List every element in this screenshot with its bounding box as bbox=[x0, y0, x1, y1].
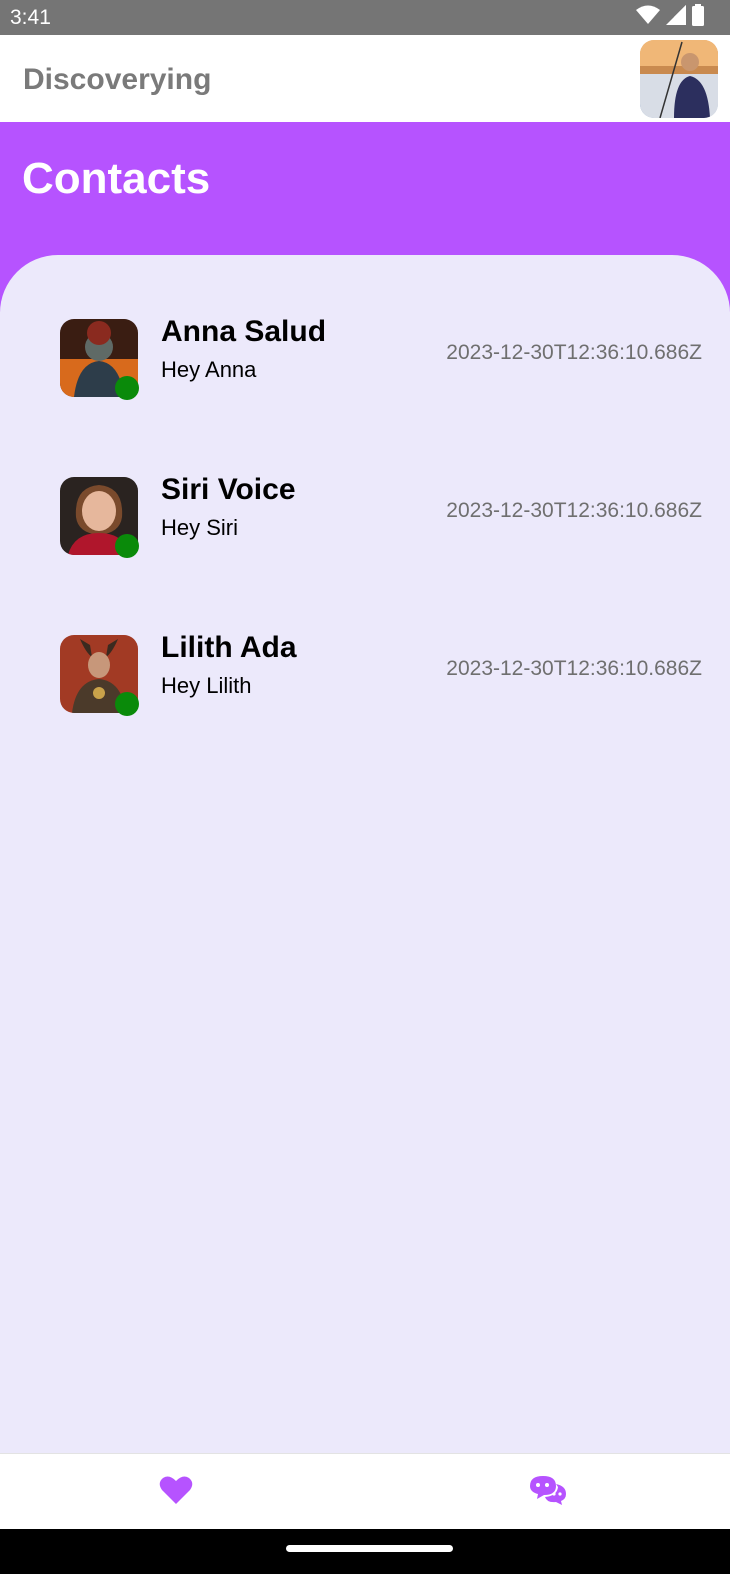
contact-row-anna-salud[interactable]: Anna Salud Hey Anna 2023-12-30T12:36:10.… bbox=[0, 311, 730, 421]
contact-timestamp: 2023-12-30T12:36:10.686Z bbox=[446, 499, 702, 522]
heart-icon bbox=[159, 1475, 193, 1510]
system-navigation-bar bbox=[0, 1529, 730, 1574]
bottom-navigation bbox=[0, 1453, 730, 1530]
contact-row-lilith-ada[interactable]: Lilith Ada Hey Lilith 2023-12-30T12:36:1… bbox=[0, 627, 730, 737]
contact-name: Lilith Ada bbox=[161, 631, 297, 664]
online-status-dot bbox=[115, 376, 139, 400]
app-title: Discoverying bbox=[23, 63, 212, 96]
chat-bubbles-icon bbox=[529, 1474, 567, 1511]
contact-timestamp: 2023-12-30T12:36:10.686Z bbox=[446, 341, 702, 364]
contact-name: Anna Salud bbox=[161, 315, 327, 348]
home-indicator[interactable] bbox=[286, 1545, 453, 1552]
online-status-dot bbox=[115, 692, 139, 716]
nav-chats-button[interactable] bbox=[528, 1472, 568, 1512]
battery-icon bbox=[692, 3, 704, 31]
contact-list: Anna Salud Hey Anna 2023-12-30T12:36:10.… bbox=[0, 255, 730, 1453]
signal-icon bbox=[666, 4, 686, 30]
contact-row-siri-voice[interactable]: Siri Voice Hey Siri 2023-12-30T12:36:10.… bbox=[0, 469, 730, 579]
contact-last-message: Hey Siri bbox=[161, 515, 239, 540]
nav-favorites-button[interactable] bbox=[156, 1472, 196, 1512]
status-icons bbox=[636, 3, 704, 30]
status-bar: 3:41 bbox=[0, 0, 730, 35]
app-screen: 3:41 Discoverying Contacts Anna Salud He… bbox=[0, 0, 730, 1574]
status-time: 3:41 bbox=[10, 6, 51, 29]
contact-timestamp: 2023-12-30T12:36:10.686Z bbox=[446, 657, 702, 680]
contact-avatar bbox=[60, 635, 139, 716]
contact-last-message: Hey Lilith bbox=[161, 673, 252, 698]
online-status-dot bbox=[115, 534, 139, 558]
contact-avatar bbox=[60, 319, 139, 400]
contact-name: Siri Voice bbox=[161, 473, 296, 506]
wifi-icon bbox=[636, 5, 660, 30]
app-bar: Discoverying bbox=[0, 35, 730, 122]
contact-last-message: Hey Anna bbox=[161, 357, 257, 382]
contact-avatar bbox=[60, 477, 139, 558]
profile-avatar[interactable] bbox=[640, 40, 718, 118]
page-title: Contacts bbox=[22, 154, 211, 203]
